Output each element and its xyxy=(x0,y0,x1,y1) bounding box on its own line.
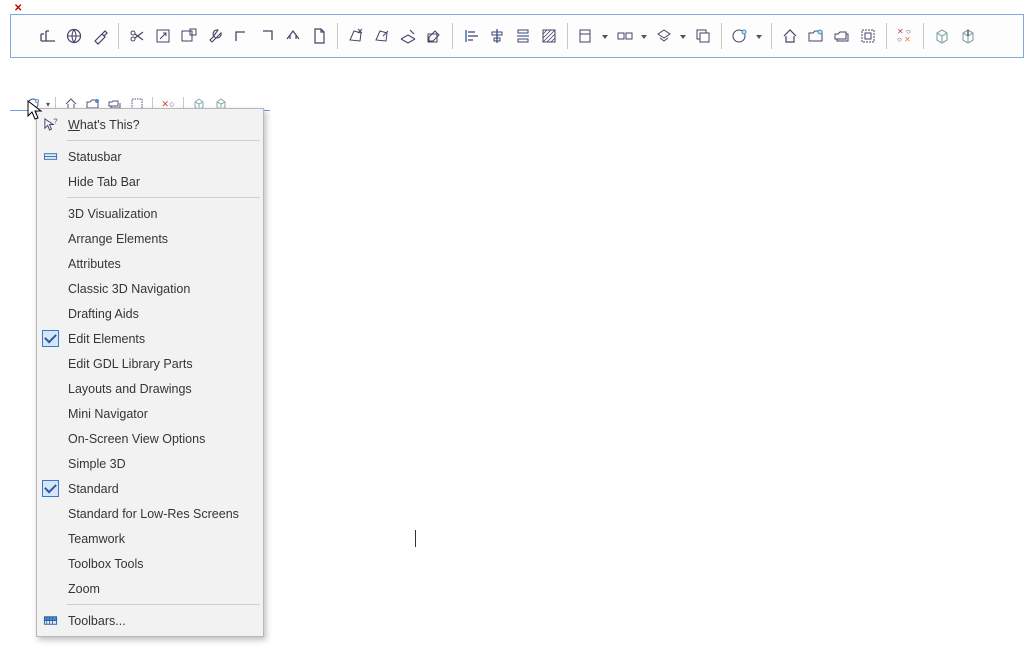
menu-item-label: Zoom xyxy=(64,582,255,596)
roof-icon[interactable] xyxy=(280,23,306,49)
group-dropdown-icon[interactable] xyxy=(612,23,651,49)
menu-separator xyxy=(67,140,260,141)
menu-item-label: Mini Navigator xyxy=(64,407,255,421)
polygon-x-icon[interactable] xyxy=(343,23,369,49)
menu-item-label: On-Screen View Options xyxy=(64,432,255,446)
layer-tool-icon[interactable] xyxy=(395,23,421,49)
menu-item-layouts-and-drawings[interactable]: Layouts and Drawings xyxy=(37,376,263,401)
shape-edit-icon[interactable] xyxy=(369,23,395,49)
menu-separator xyxy=(67,604,260,605)
svg-text:?: ? xyxy=(53,117,57,126)
toolbar-group-edit xyxy=(124,15,332,57)
menu-item-whats-this[interactable]: ? What's This? xyxy=(37,112,263,137)
menu-item-label: Edit GDL Library Parts xyxy=(64,357,255,371)
dimension-elev-icon[interactable] xyxy=(35,23,61,49)
menu-item-standard-low-res[interactable]: Standard for Low-Res Screens xyxy=(37,501,263,526)
align-center-v-icon[interactable] xyxy=(484,23,510,49)
main-toolbar: ✕ ○○ ✕ xyxy=(10,14,1024,58)
menu-separator xyxy=(67,197,260,198)
menu-item-arrange-elements[interactable]: Arrange Elements xyxy=(37,226,263,251)
send-back-dropdown-icon[interactable] xyxy=(651,23,690,49)
stamp-icon[interactable] xyxy=(855,23,881,49)
align-left-icon[interactable] xyxy=(458,23,484,49)
toolbar-close-icon[interactable]: ✕ xyxy=(14,4,24,14)
toolbars-icon xyxy=(37,608,64,633)
xo-grid-icon[interactable]: ✕ ○○ ✕ xyxy=(892,23,918,49)
menu-item-simple-3d[interactable]: Simple 3D xyxy=(37,451,263,476)
toolbar-group-status: ✕ ○○ ✕ xyxy=(892,15,918,57)
menu-item-classic-3d-navigation[interactable]: Classic 3D Navigation xyxy=(37,276,263,301)
toolbar-group-align xyxy=(458,15,562,57)
hatch-square-icon[interactable] xyxy=(536,23,562,49)
menu-item-mini-navigator[interactable]: Mini Navigator xyxy=(37,401,263,426)
toolbar-group-modify xyxy=(343,15,447,57)
toolbar-group-3d xyxy=(929,15,981,57)
menu-item-edit-elements[interactable]: Edit Elements xyxy=(37,326,263,351)
menu-item-label: Layouts and Drawings xyxy=(64,382,255,396)
menu-item-label: What's This? xyxy=(64,118,255,132)
check-icon xyxy=(42,330,59,347)
folder-stack-icon[interactable] xyxy=(829,23,855,49)
page-icon[interactable] xyxy=(306,23,332,49)
menu-item-drafting-aids[interactable]: Drafting Aids xyxy=(37,301,263,326)
menu-item-toolbars[interactable]: Toolbars... xyxy=(37,608,263,633)
menu-item-label: Standard for Low-Res Screens xyxy=(64,507,255,521)
menu-item-hide-tab-bar[interactable]: Hide Tab Bar xyxy=(37,169,263,194)
menu-item-label: Statusbar xyxy=(64,150,255,164)
menu-item-label: Arrange Elements xyxy=(64,232,255,246)
folder-plus-icon[interactable] xyxy=(803,23,829,49)
panel-dropdown-icon[interactable] xyxy=(573,23,612,49)
menu-item-edit-gdl-library-parts[interactable]: Edit GDL Library Parts xyxy=(37,351,263,376)
menu-item-label: Classic 3D Navigation xyxy=(64,282,255,296)
text-caret xyxy=(415,530,416,547)
menu-item-toolbox-tools[interactable]: Toolbox Tools xyxy=(37,551,263,576)
cube-icon[interactable] xyxy=(929,23,955,49)
statusbar-icon xyxy=(37,144,64,169)
corner-flip-icon[interactable] xyxy=(254,23,280,49)
menu-item-label: Toolbox Tools xyxy=(64,557,255,571)
stack-icon[interactable] xyxy=(690,23,716,49)
toolbar-group-arrange xyxy=(573,15,716,57)
corner-icon[interactable] xyxy=(228,23,254,49)
menu-item-label: 3D Visualization xyxy=(64,207,255,221)
menu-item-label: Attributes xyxy=(64,257,255,271)
stretch-box-icon[interactable] xyxy=(176,23,202,49)
menu-item-attributes[interactable]: Attributes xyxy=(37,251,263,276)
menu-item-3d-visualization[interactable]: 3D Visualization xyxy=(37,201,263,226)
menu-item-label: Edit Elements xyxy=(64,332,255,346)
pencil-square-icon[interactable] xyxy=(421,23,447,49)
menu-item-label: Toolbars... xyxy=(64,614,255,628)
menu-item-standard[interactable]: Standard xyxy=(37,476,263,501)
toolbar-group-measure xyxy=(35,15,113,57)
home-icon[interactable] xyxy=(777,23,803,49)
menu-item-label: Standard xyxy=(64,482,255,496)
menu-item-label: Simple 3D xyxy=(64,457,255,471)
globe-icon[interactable] xyxy=(61,23,87,49)
toolbar-group-nav xyxy=(777,15,881,57)
menu-item-statusbar[interactable]: Statusbar xyxy=(37,144,263,169)
toolbar-context-menu: ? What's This? Statusbar Hide Tab Bar 3D Vis… xyxy=(36,108,264,637)
distribute-v-icon[interactable] xyxy=(510,23,536,49)
toolbar-group-view xyxy=(727,15,766,57)
menu-item-label: Hide Tab Bar xyxy=(64,175,255,189)
scissors-icon[interactable] xyxy=(124,23,150,49)
wrench-icon[interactable] xyxy=(202,23,228,49)
menu-item-zoom[interactable]: Zoom xyxy=(37,576,263,601)
menu-item-teamwork[interactable]: Teamwork xyxy=(37,526,263,551)
cube-edge-icon[interactable] xyxy=(955,23,981,49)
whats-this-icon: ? xyxy=(37,112,64,137)
menu-item-on-screen-view-options[interactable]: On-Screen View Options xyxy=(37,426,263,451)
hammer-icon[interactable] xyxy=(87,23,113,49)
resize-box-icon[interactable] xyxy=(150,23,176,49)
menu-item-label: Teamwork xyxy=(64,532,255,546)
check-icon xyxy=(42,480,59,497)
menu-item-label: Drafting Aids xyxy=(64,307,255,321)
add-circle-dropdown-icon[interactable] xyxy=(727,23,766,49)
